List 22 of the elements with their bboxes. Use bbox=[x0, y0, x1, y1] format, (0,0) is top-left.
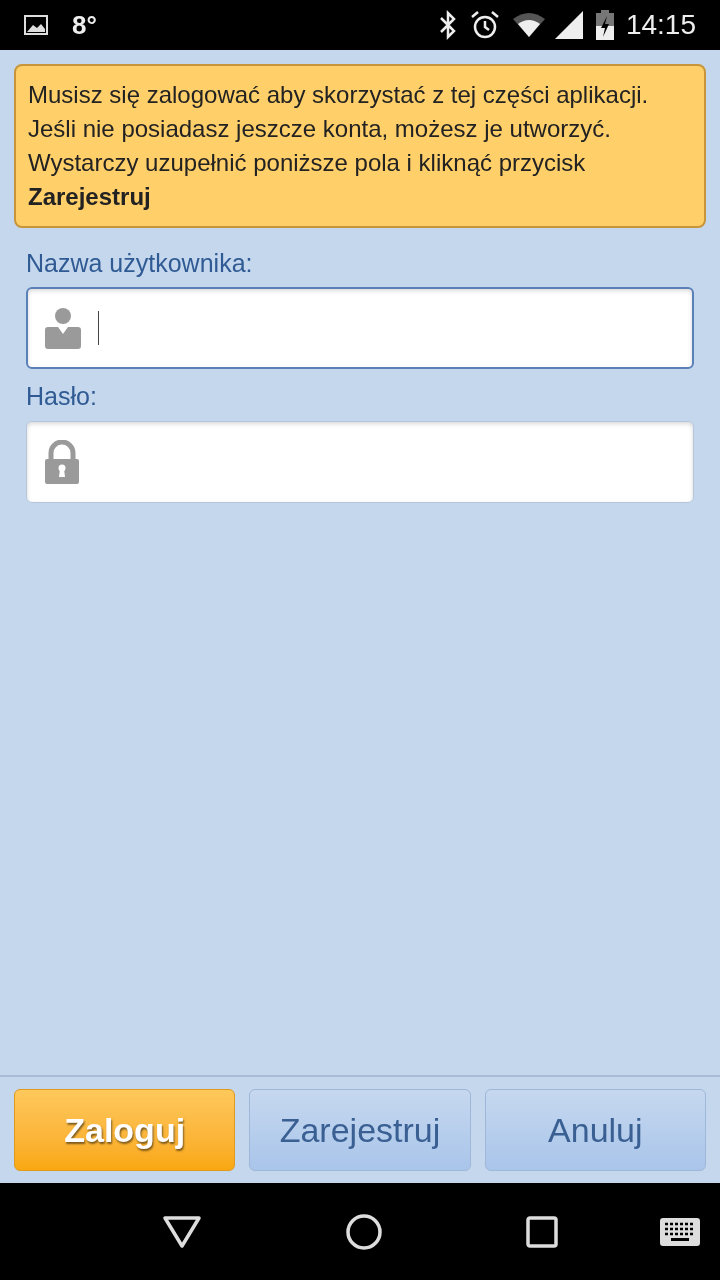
field-label: Hasło: bbox=[26, 381, 98, 413]
field-label: Nazwa użytkownika: bbox=[26, 248, 254, 279]
notice-text: Musisz się zalogować aby skorzystać z tej części aplikacji. Jeśli nie posiadasz jeszcze konta, możesz je utworzyć. Wystarczy uzupełnić poniższe pola i kliknąć przycisk Zarejestruj bbox=[28, 80, 650, 212]
bluetooth-icon bbox=[437, 10, 458, 40]
alarm-clock-icon bbox=[469, 10, 500, 40]
temperature: 8° bbox=[72, 8, 97, 42]
input-field[interactable] bbox=[26, 287, 694, 370]
signal-icon bbox=[553, 10, 584, 40]
image-icon bbox=[24, 15, 48, 35]
secondary-button[interactable]: Anuluj bbox=[484, 1089, 706, 1171]
input-field[interactable] bbox=[26, 420, 694, 503]
home-icon[interactable] bbox=[346, 1213, 382, 1250]
recent-apps-icon[interactable] bbox=[526, 1215, 558, 1248]
secondary-button[interactable]: Zarejestruj bbox=[249, 1089, 471, 1171]
clock: 14:15 bbox=[625, 8, 696, 42]
keyboard-icon[interactable] bbox=[660, 1217, 700, 1246]
wifi-icon bbox=[511, 12, 546, 38]
text-cursor bbox=[98, 311, 99, 346]
back-icon[interactable] bbox=[162, 1214, 202, 1249]
lock-icon bbox=[43, 439, 81, 484]
battery-icon bbox=[595, 10, 614, 40]
user-icon bbox=[44, 307, 82, 350]
